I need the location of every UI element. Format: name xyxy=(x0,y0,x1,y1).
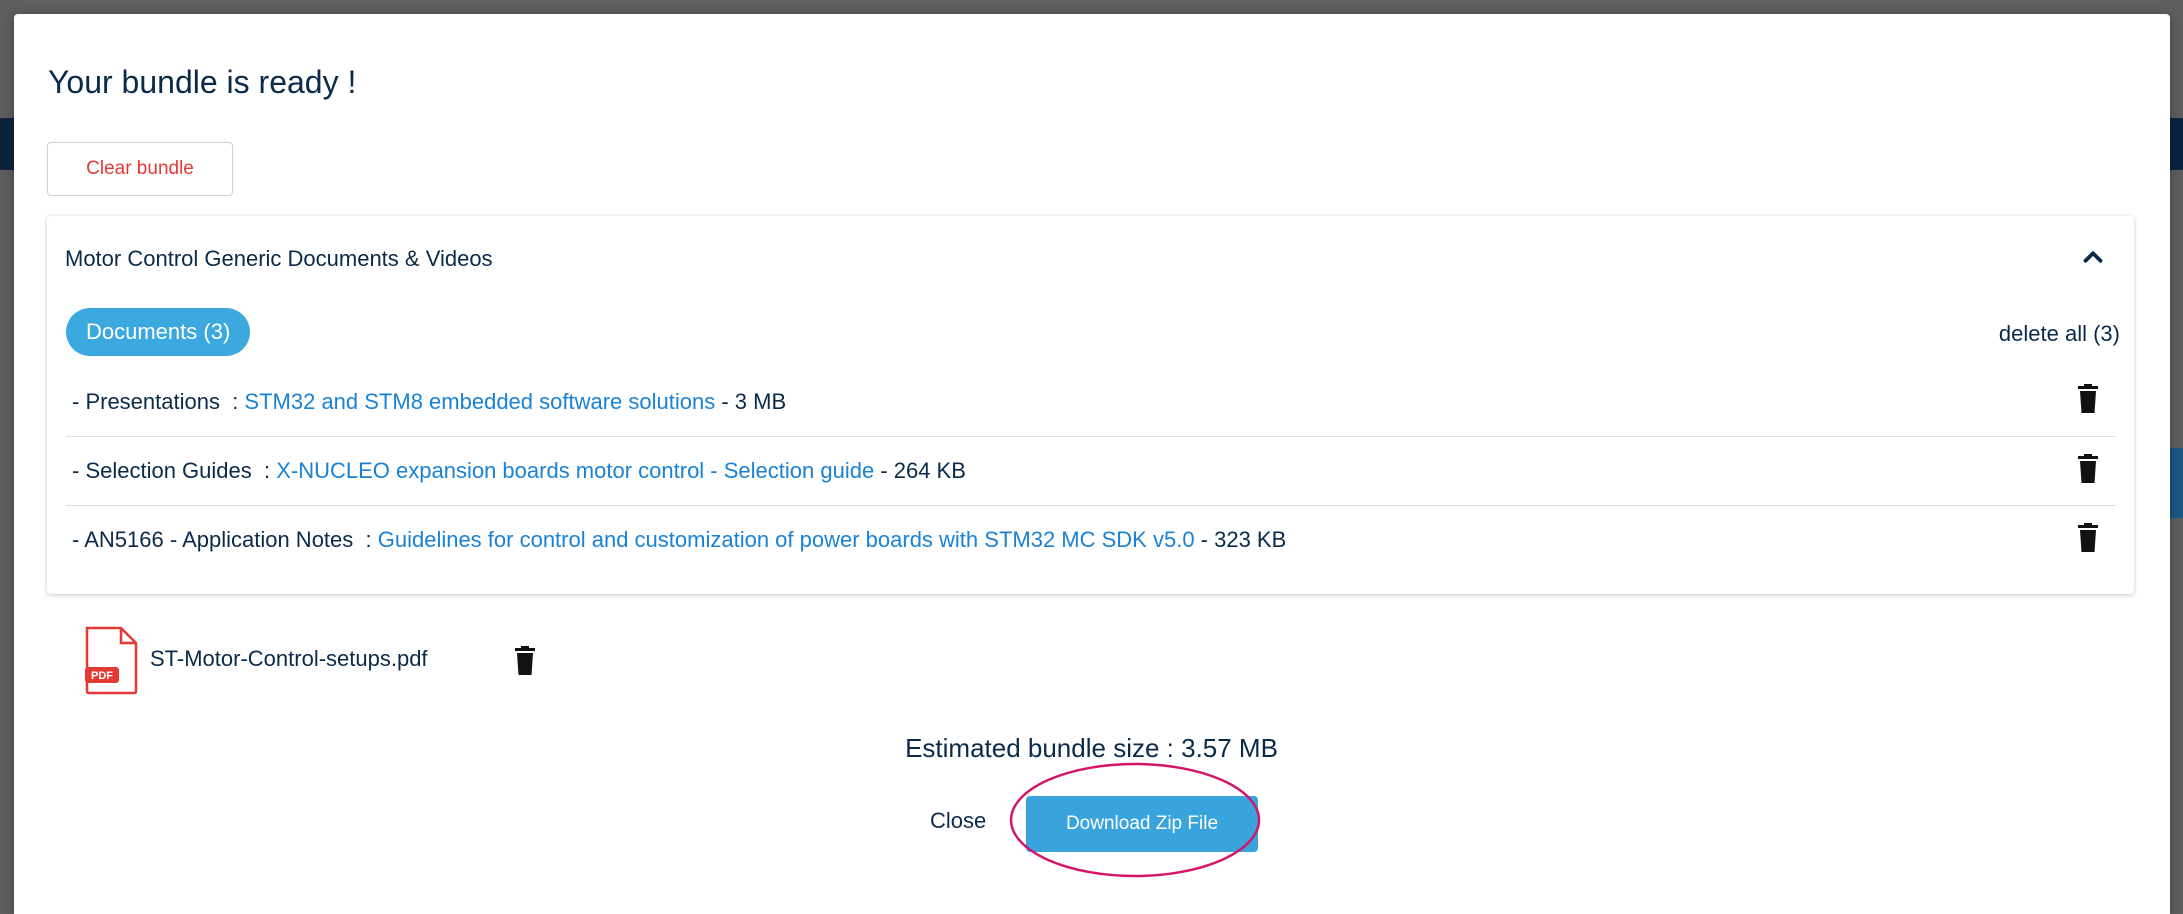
trash-icon[interactable] xyxy=(514,646,536,676)
trash-icon[interactable] xyxy=(2077,523,2099,553)
document-row: - Presentations : STM32 and STM8 embedde… xyxy=(66,368,2116,437)
background-strip-right xyxy=(2170,118,2183,170)
clear-bundle-button[interactable]: Clear bundle xyxy=(47,142,233,196)
highlight-ellipse xyxy=(1009,762,1261,878)
background-strip-left xyxy=(0,118,14,170)
document-row: - Selection Guides : X-NUCLEO expansion … xyxy=(66,437,2116,506)
close-button[interactable]: Close xyxy=(930,808,986,834)
estimated-size: Estimated bundle size : 3.57 MB xyxy=(0,733,2183,764)
document-category: - AN5166 - Application Notes : xyxy=(72,527,378,552)
estimated-size-value: 3.57 MB xyxy=(1181,733,1278,763)
estimated-size-label: Estimated bundle size : xyxy=(905,733,1182,763)
document-size: - 3 MB xyxy=(715,389,787,414)
panel-title: Motor Control Generic Documents & Videos xyxy=(65,246,493,271)
trash-icon[interactable] xyxy=(2077,384,2099,414)
trash-icon[interactable] xyxy=(2077,454,2099,484)
pdf-file-icon: PDF xyxy=(85,626,138,695)
document-size: - 323 KB xyxy=(1194,527,1287,552)
document-link[interactable]: STM32 and STM8 embedded software solutio… xyxy=(244,389,715,415)
document-link[interactable]: X-NUCLEO expansion boards motor control … xyxy=(276,458,874,484)
document-size: - 264 KB xyxy=(874,458,966,483)
pdf-icon-label: PDF xyxy=(91,670,113,682)
modal-title: Your bundle is ready ! xyxy=(48,64,357,100)
documents-panel: Motor Control Generic Documents & Videos… xyxy=(47,216,2134,594)
document-link[interactable]: Guidelines for control and customization… xyxy=(378,527,1195,553)
document-category: - Selection Guides : xyxy=(72,458,277,483)
document-row: - AN5166 - Application Notes : Guideline… xyxy=(66,506,2116,574)
delete-all-link[interactable]: delete all (3) xyxy=(1999,321,2120,347)
attachment-filename: ST-Motor-Control-setups.pdf xyxy=(150,646,428,671)
document-category: - Presentations : xyxy=(72,389,245,414)
background-strip-right-lower xyxy=(2170,448,2183,518)
documents-badge[interactable]: Documents (3) xyxy=(66,308,251,356)
chevron-up-icon[interactable] xyxy=(2078,242,2108,272)
